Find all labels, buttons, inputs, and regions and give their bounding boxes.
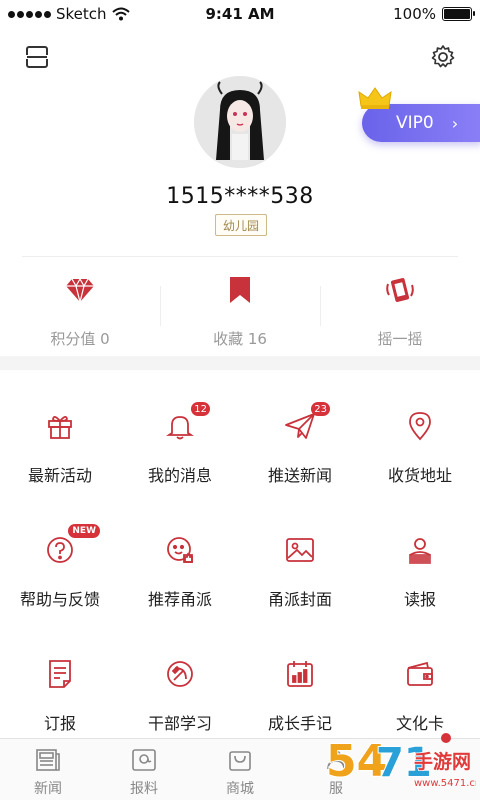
tab-label: 商城: [226, 781, 254, 797]
bell-icon: [166, 416, 194, 440]
scan-icon: [25, 46, 49, 68]
grid-item-label: 收货地址: [387, 466, 452, 485]
reader-icon: [409, 538, 431, 564]
level-badge: 幼儿园: [215, 214, 267, 236]
grid-item-label: 甬派封面: [267, 590, 332, 609]
grid-item-read-paper[interactable]: 读报: [360, 494, 480, 618]
image-icon: [286, 538, 314, 562]
tab-news[interactable]: 新闻: [0, 739, 96, 800]
growth-calendar-icon: [287, 661, 313, 687]
grid-item-label: 干部学习: [147, 714, 212, 733]
status-right: 100%: [393, 5, 475, 23]
grid-item-label: 读报: [403, 590, 436, 609]
message-count-badge: 12: [191, 402, 210, 416]
grid-item-label: 最新活动: [27, 466, 92, 485]
grid-item-activities[interactable]: 最新活动: [0, 370, 120, 494]
stat-points[interactable]: 积分值 0: [0, 262, 160, 352]
avatar-illustration: [194, 76, 286, 168]
stat-separator: [320, 286, 321, 326]
battery-percent: 100%: [393, 5, 436, 23]
grid-item-push-news[interactable]: 23 推送新闻: [240, 370, 360, 494]
gear-icon: [431, 45, 455, 68]
news-icon: [36, 749, 60, 771]
stat-points-label: 积分值 0: [50, 330, 110, 348]
stat-shake[interactable]: 摇一摇: [320, 262, 480, 352]
report-icon: [132, 749, 156, 771]
shop-bag-icon: [229, 751, 251, 771]
tab-shop[interactable]: 商城: [192, 739, 288, 800]
stat-favorites[interactable]: 收藏 16: [160, 262, 320, 352]
battery-icon: [442, 7, 475, 21]
bookmark-icon: [230, 277, 250, 303]
scan-button[interactable]: [20, 40, 54, 74]
divider: [22, 256, 458, 257]
recommend-icon: [167, 537, 193, 563]
tab-report[interactable]: 报料: [96, 739, 192, 800]
vip-label: VIP0: [396, 113, 434, 133]
section-gap: [0, 356, 480, 370]
stat-shake-label: 摇一摇: [377, 330, 423, 348]
crown-icon: [358, 87, 392, 109]
grid-item-address[interactable]: 收货地址: [360, 370, 480, 494]
grid-item-help[interactable]: NEW 帮助与反馈: [0, 494, 120, 618]
grid-item-recommend[interactable]: 推荐甬派: [120, 494, 240, 618]
gift-icon: [48, 416, 72, 439]
grid-item-messages[interactable]: 12 我的消息: [120, 370, 240, 494]
subscribe-doc-icon: [49, 660, 71, 688]
stat-separator: [160, 286, 161, 326]
grid-item-label: 推送新闻: [267, 466, 332, 485]
paper-plane-icon: [285, 413, 315, 439]
feature-grid: 最新活动 12 我的消息 23 推送新闻 收货地址 NEW 帮助与反馈 推荐甬派…: [0, 370, 480, 742]
watermark-logo: 54 71 手游网 www.5471.cn: [326, 733, 476, 789]
grid-item-label: 订报: [43, 714, 76, 733]
diamond-icon: [66, 277, 94, 303]
push-count-badge: 23: [311, 402, 330, 416]
grid-item-label: 文化卡: [395, 714, 444, 733]
grid-item-culture-card[interactable]: 文化卡: [360, 618, 480, 742]
location-pin-icon: [409, 412, 431, 441]
settings-button[interactable]: [426, 40, 460, 74]
stat-favorites-label: 收藏 16: [213, 330, 267, 348]
username: 1515****538: [166, 184, 314, 209]
new-badge: NEW: [68, 524, 100, 538]
svg-text:www.5471.cn: www.5471.cn: [414, 778, 476, 789]
stats-row: 积分值 0 收藏 16 摇一摇: [0, 262, 480, 352]
svg-text:手游网: 手游网: [414, 750, 471, 773]
grid-item-label: 推荐甬派: [147, 590, 212, 609]
grid-item-cadre-study[interactable]: 干部学习: [120, 618, 240, 742]
tab-label: 报料: [130, 781, 158, 797]
wallet-card-icon: [407, 661, 433, 686]
party-emblem-icon: [167, 661, 193, 687]
grid-item-label: 帮助与反馈: [19, 590, 100, 609]
shake-phone-icon: [386, 278, 414, 302]
grid-item-label: 成长手记: [267, 714, 332, 733]
grid-item-subscribe[interactable]: 订报: [0, 618, 120, 742]
grid-item-growth-notes[interactable]: 成长手记: [240, 618, 360, 742]
grid-item-cover[interactable]: 甬派封面: [240, 494, 360, 618]
tab-label: 新闻: [34, 781, 62, 797]
help-icon: [47, 537, 73, 563]
grid-item-label: 我的消息: [147, 466, 212, 485]
chevron-right-icon: ›: [451, 113, 459, 133]
avatar[interactable]: [194, 76, 286, 168]
status-bar: Sketch 9:41 AM 100%: [0, 0, 480, 28]
